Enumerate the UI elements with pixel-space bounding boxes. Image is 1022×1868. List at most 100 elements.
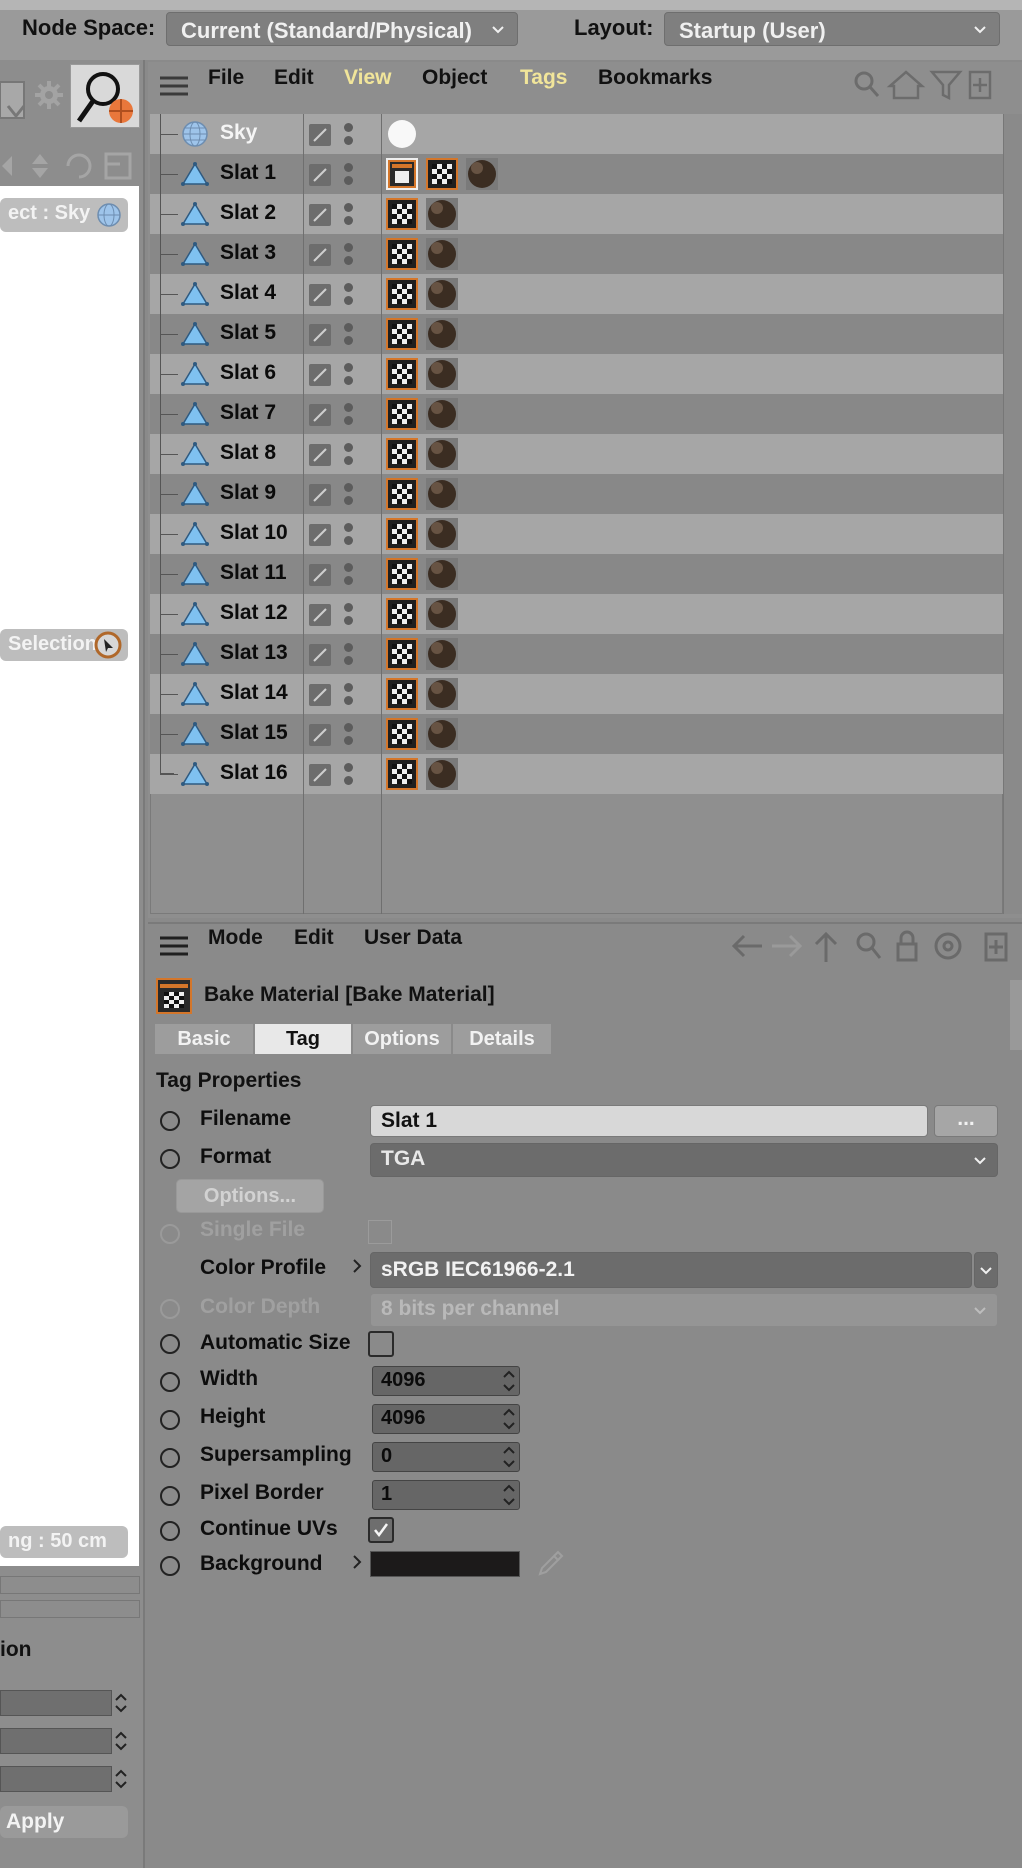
layer-toggle[interactable] <box>309 484 331 506</box>
editor-visibility-dot[interactable] <box>344 643 353 652</box>
layer-toggle[interactable] <box>309 684 331 706</box>
editor-visibility-dot[interactable] <box>344 483 353 492</box>
uvw-tag-icon[interactable] <box>386 678 418 710</box>
layout-dropdown[interactable]: Startup (User) <box>664 12 1000 46</box>
object-name[interactable]: Slat 5 <box>220 321 276 345</box>
editor-visibility-dot[interactable] <box>344 163 353 172</box>
uvw-tag-icon[interactable] <box>386 478 418 510</box>
chevron-right-icon[interactable] <box>350 1256 364 1276</box>
gear-icon[interactable] <box>34 80 64 110</box>
material-tag-icon[interactable] <box>426 318 458 350</box>
filename-animate-radio[interactable] <box>160 1111 180 1131</box>
spinner-arrows-icon[interactable] <box>500 1404 518 1434</box>
layer-toggle[interactable] <box>309 364 331 386</box>
render-visibility-dot[interactable] <box>344 456 353 465</box>
object-name[interactable]: Slat 2 <box>220 201 276 225</box>
object-name[interactable]: Slat 11 <box>220 561 287 585</box>
object-name[interactable]: Slat 14 <box>220 681 288 705</box>
layer-toggle[interactable] <box>309 284 331 306</box>
menu-mode[interactable]: Mode <box>208 926 263 950</box>
material-tag-icon[interactable] <box>426 718 458 750</box>
spinner-arrows-icon[interactable] <box>112 1690 130 1716</box>
move-tool-icon[interactable] <box>0 76 30 124</box>
layer-toggle[interactable] <box>309 164 331 186</box>
continue-uvs-animate-radio[interactable] <box>160 1521 180 1541</box>
layer-toggle[interactable] <box>309 604 331 626</box>
material-tag-icon[interactable] <box>466 158 498 190</box>
apply-button[interactable]: Apply <box>0 1806 128 1838</box>
tab-options[interactable]: Options <box>352 1023 452 1055</box>
render-visibility-dot[interactable] <box>344 216 353 225</box>
material-tag-icon[interactable] <box>426 438 458 470</box>
editor-visibility-dot[interactable] <box>344 363 353 372</box>
material-tag-icon[interactable] <box>426 558 458 590</box>
layer-toggle[interactable] <box>309 764 331 786</box>
table-row[interactable]: Slat 11 <box>150 554 1003 594</box>
object-name[interactable]: Slat 7 <box>220 401 276 425</box>
material-tag-icon[interactable] <box>426 398 458 430</box>
transform-tools-icons[interactable] <box>0 150 140 182</box>
material-tag-icon[interactable] <box>426 278 458 310</box>
uvw-tag-icon[interactable] <box>386 598 418 630</box>
object-name[interactable]: Sky <box>220 121 257 145</box>
spacing-pill[interactable]: ng : 50 cm <box>0 1526 128 1558</box>
table-row[interactable]: Slat 16 <box>150 754 1003 794</box>
uvw-tag-icon[interactable] <box>386 438 418 470</box>
spinner-arrows-icon[interactable] <box>500 1366 518 1396</box>
background-animate-radio[interactable] <box>160 1556 180 1576</box>
pixel-border-animate-radio[interactable] <box>160 1486 180 1506</box>
left-viewport-area[interactable] <box>0 186 139 1566</box>
editor-visibility-dot[interactable] <box>344 443 353 452</box>
editor-visibility-dot[interactable] <box>344 323 353 332</box>
editor-visibility-dot[interactable] <box>344 203 353 212</box>
table-row[interactable]: Slat 4 <box>150 274 1003 314</box>
table-row[interactable]: Slat 7 <box>150 394 1003 434</box>
editor-visibility-dot[interactable] <box>344 763 353 772</box>
editor-visibility-dot[interactable] <box>344 243 353 252</box>
uvw-tag-icon[interactable] <box>386 278 418 310</box>
object-pill[interactable]: ect : Sky <box>0 198 128 232</box>
render-visibility-dot[interactable] <box>344 776 353 785</box>
layer-toggle[interactable] <box>309 204 331 226</box>
render-visibility-dot[interactable] <box>344 336 353 345</box>
left-field-1[interactable] <box>0 1690 112 1716</box>
editor-visibility-dot[interactable] <box>344 563 353 572</box>
left-field-3[interactable] <box>0 1766 112 1792</box>
uvw-tag-icon[interactable] <box>386 758 418 790</box>
height-input[interactable]: 4096 <box>372 1404 520 1434</box>
object-name[interactable]: Slat 3 <box>220 241 276 265</box>
editor-visibility-dot[interactable] <box>344 603 353 612</box>
table-row[interactable]: Slat 13 <box>150 634 1003 674</box>
tab-tag[interactable]: Tag <box>254 1023 352 1055</box>
spinner-arrows-icon[interactable] <box>500 1442 518 1472</box>
material-tag-icon[interactable] <box>426 198 458 230</box>
supersampling-input[interactable]: 0 <box>372 1442 520 1472</box>
eyedropper-icon[interactable] <box>536 1550 564 1578</box>
render-visibility-dot[interactable] <box>344 536 353 545</box>
material-tag-icon[interactable] <box>426 478 458 510</box>
bake-material-tag-icon[interactable] <box>386 158 418 190</box>
automatic-size-checkbox[interactable] <box>368 1331 394 1357</box>
tab-details[interactable]: Details <box>452 1023 552 1055</box>
table-row[interactable]: Slat 9 <box>150 474 1003 514</box>
uvw-tag-icon[interactable] <box>386 518 418 550</box>
table-row[interactable]: Slat 10 <box>150 514 1003 554</box>
layer-toggle[interactable] <box>309 564 331 586</box>
filename-input[interactable]: Slat 1 <box>370 1105 928 1137</box>
uvw-tag-icon[interactable] <box>386 638 418 670</box>
tab-basic[interactable]: Basic <box>154 1023 254 1055</box>
render-visibility-dot[interactable] <box>344 616 353 625</box>
uvw-tag-icon[interactable] <box>386 198 418 230</box>
object-name[interactable]: Slat 16 <box>220 761 288 785</box>
object-name[interactable]: Slat 1 <box>220 161 276 185</box>
layer-toggle[interactable] <box>309 244 331 266</box>
layer-toggle[interactable] <box>309 324 331 346</box>
render-visibility-dot[interactable] <box>344 696 353 705</box>
menu-user-data[interactable]: User Data <box>364 926 462 950</box>
uvw-tag-icon[interactable] <box>386 558 418 590</box>
uvw-tag-icon[interactable] <box>386 358 418 390</box>
am-toolbar-icons[interactable] <box>730 928 1010 964</box>
background-color-swatch[interactable] <box>370 1551 520 1577</box>
render-visibility-dot[interactable] <box>344 656 353 665</box>
menu-bookmarks[interactable]: Bookmarks <box>598 66 712 90</box>
